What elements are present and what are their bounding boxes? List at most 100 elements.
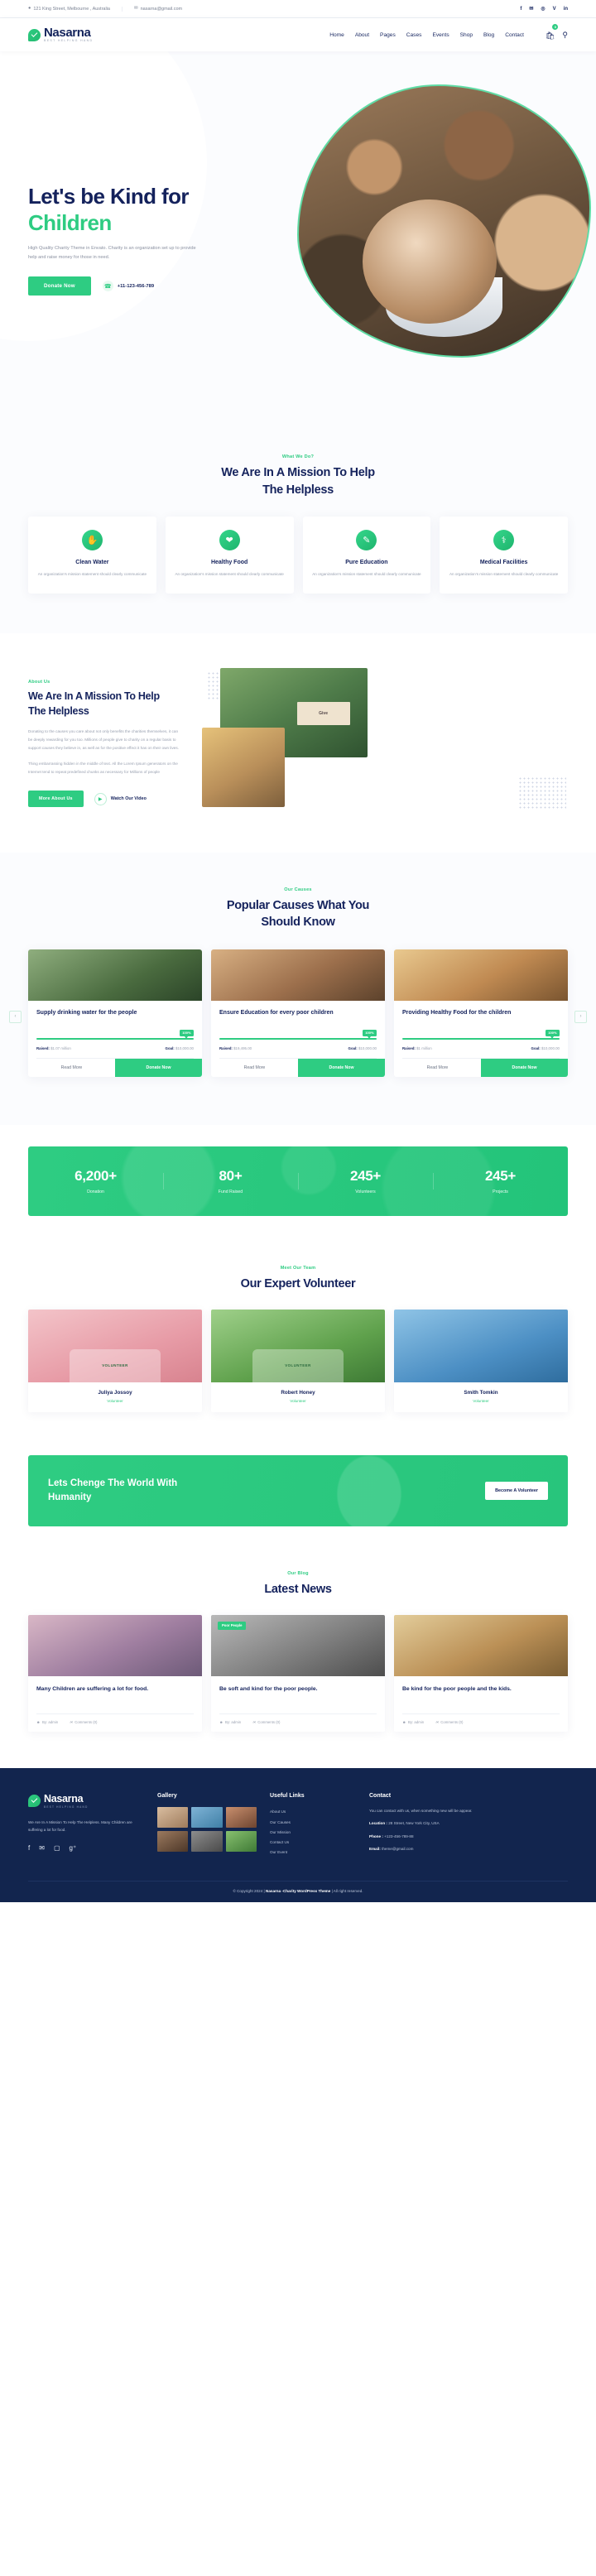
cause-read-more-button[interactable]: Read More (394, 1059, 481, 1077)
about-images: Give (202, 667, 568, 813)
gallery-thumb[interactable] (157, 1830, 189, 1852)
linkedin-icon[interactable]: in (564, 7, 568, 12)
facebook-icon[interactable]: f (28, 1844, 30, 1852)
gallery-thumb[interactable] (225, 1830, 257, 1852)
main-nav: Home About Pages Cases Events Shop Blog … (329, 32, 524, 38)
team-heading: Meet Our Team Our Expert Volunteer (28, 1266, 568, 1293)
nav-item-home[interactable]: Home (329, 32, 344, 38)
footer-logo[interactable]: Nasarna BEST HELPING HAND (28, 1793, 144, 1809)
cart-count-badge: 0 (552, 24, 559, 30)
instagram-icon[interactable]: ▢ (54, 1844, 60, 1852)
cta-text: Lets Chenge The World With Humanity (48, 1477, 177, 1506)
blog-card[interactable]: Poor People Be soft and kind for the poo… (211, 1614, 385, 1732)
google-plus-icon[interactable]: g⁺ (70, 1844, 77, 1852)
gallery-thumb[interactable] (225, 1806, 257, 1828)
topbar-email[interactable]: ✉ nasarna@gmail.com (121, 6, 194, 12)
footer-link-our-causes[interactable]: Our Causes (270, 1817, 356, 1827)
cta-line2: Humanity (48, 1492, 92, 1503)
team-card[interactable]: VOLUNTEER Robert Honey Volunteer (211, 1309, 385, 1412)
blog-author: ☻ By: admin (219, 1720, 242, 1725)
footer-link-our-mission[interactable]: Our Mission (270, 1827, 356, 1837)
gallery-thumb[interactable] (191, 1830, 223, 1852)
vimeo-icon[interactable]: V (553, 7, 556, 12)
phone-label: Phone : (369, 1833, 383, 1838)
become-volunteer-button[interactable]: Become A Volunteer (485, 1482, 548, 1501)
blog-comments: ✉ Comments (0) (435, 1719, 464, 1725)
goal-label: Goal: (531, 1046, 541, 1051)
cause-actions: Read More Donate Now (211, 1059, 385, 1078)
cta-section: Lets Chenge The World With Humanity Beco… (0, 1444, 596, 1560)
service-card[interactable]: ✋ Clean Water An organization's mission … (28, 517, 156, 594)
hero-phone[interactable]: ☎ +11-123-456-789 (102, 281, 154, 292)
twitter-icon[interactable]: ✉ (529, 7, 533, 12)
chevron-right-icon[interactable]: › (574, 1010, 587, 1023)
footer-social-links: f ✉ ▢ g⁺ (28, 1844, 144, 1852)
goal-label: Goal: (348, 1046, 358, 1051)
about-title-line2: The Helpless (28, 704, 89, 717)
watch-video-button[interactable]: ▶ Watch Our Video (94, 792, 147, 805)
nav-item-events[interactable]: Events (432, 32, 449, 38)
gallery-thumb[interactable] (157, 1806, 189, 1828)
nav-item-blog[interactable]: Blog (483, 32, 494, 38)
service-card[interactable]: ✎ Pure Education An organization's missi… (302, 517, 431, 594)
hero-image (297, 84, 591, 358)
footer-link-about-us[interactable]: About Us (270, 1807, 356, 1817)
hero-blob-photo (297, 84, 591, 358)
twitter-icon[interactable]: ✉ (39, 1844, 45, 1852)
footer-contact-heading: Contact (369, 1792, 392, 1799)
instagram-icon[interactable]: ◎ (541, 7, 545, 12)
causes-title: Popular Causes What You Should Know (28, 897, 568, 931)
cause-percent-badge: 100% (179, 1029, 194, 1039)
hero-title-line1: Let's be Kind for (28, 183, 189, 209)
footer-link-contact-us[interactable]: Contact Us (270, 1837, 356, 1847)
cause-card[interactable]: Ensure Education for every poor children… (211, 949, 385, 1078)
cart-button[interactable]: 🛍 0 (546, 24, 559, 42)
service-text: An organization's mission statement shou… (449, 572, 559, 577)
nav-item-about[interactable]: About (355, 32, 369, 38)
cause-donate-button[interactable]: Donate Now (115, 1059, 202, 1078)
brand-logo[interactable]: Nasarna BEST HELPING HAND (28, 26, 93, 43)
cause-image (394, 949, 568, 1001)
gallery-thumb[interactable] (191, 1806, 223, 1828)
nav-item-shop[interactable]: Shop (460, 32, 473, 38)
cause-read-more-button[interactable]: Read More (28, 1059, 115, 1077)
blog-card[interactable]: Be kind for the poor people and the kids… (394, 1614, 568, 1732)
cause-actions: Read More Donate Now (394, 1059, 568, 1078)
more-about-us-button[interactable]: More About Us (28, 791, 84, 808)
services-grid: ✋ Clean Water An organization's mission … (28, 517, 568, 594)
team-member-name: Robert Honey (281, 1389, 315, 1396)
footer-link-our-event[interactable]: Our Event (270, 1848, 356, 1858)
cause-donate-button[interactable]: Donate Now (481, 1059, 568, 1078)
stat-item: 6,200+ Donation (28, 1168, 163, 1194)
cause-donate-button[interactable]: Donate Now (298, 1059, 385, 1078)
team-card[interactable]: Smith Tomkin Volunteer (394, 1309, 568, 1412)
nav-item-cases[interactable]: Cases (406, 32, 422, 38)
cause-read-more-button[interactable]: Read More (211, 1059, 298, 1077)
team-card[interactable]: VOLUNTEER Juliya Jossoy Volunteer (28, 1309, 202, 1412)
search-icon[interactable]: ⚲ (562, 31, 568, 40)
donate-now-button[interactable]: Donate Now (28, 276, 91, 296)
brand-tagline: BEST HELPING HAND (44, 39, 94, 43)
service-card[interactable]: ❤ Healthy Food An organization's mission… (165, 517, 294, 594)
cause-card[interactable]: Supply drinking water for the people 100… (28, 949, 202, 1078)
blog-category-tag[interactable]: Poor People (218, 1621, 247, 1630)
causes-grid: ‹ › Supply drinking water for the people… (9, 949, 587, 1078)
blog-meta: ☻ By: admin ✉ Comments (0) (36, 1713, 194, 1732)
cause-meta: Raised: $1.07 million Goal: $10,000.00 (36, 1046, 194, 1060)
team-title: Our Expert Volunteer (240, 1277, 356, 1291)
cause-card[interactable]: Providing Healthy Food for the children … (394, 949, 568, 1078)
chevron-left-icon[interactable]: ‹ (9, 1010, 22, 1023)
facebook-icon[interactable]: f (520, 7, 522, 12)
about-title: We Are In A Mission To Help The Helpless (28, 689, 182, 718)
service-title: Pure Education (345, 560, 388, 566)
cause-title: Providing Healthy Food for the children (402, 1009, 512, 1016)
cause-percent-badge: 100% (362, 1029, 377, 1039)
healthy-food-icon: ❤ (219, 530, 240, 551)
cta-line1: Lets Chenge The World With (48, 1478, 178, 1488)
blog-grid: Many Children are suffering a lot for fo… (28, 1614, 568, 1732)
blog-card[interactable]: Many Children are suffering a lot for fo… (28, 1614, 202, 1732)
service-card[interactable]: ⚕ Medical Facilities An organization's m… (440, 517, 568, 594)
nav-item-contact[interactable]: Contact (505, 32, 524, 38)
footer-about-text: We Are In A Mission To Help The Helpless… (28, 1819, 132, 1833)
nav-item-pages[interactable]: Pages (380, 32, 396, 38)
